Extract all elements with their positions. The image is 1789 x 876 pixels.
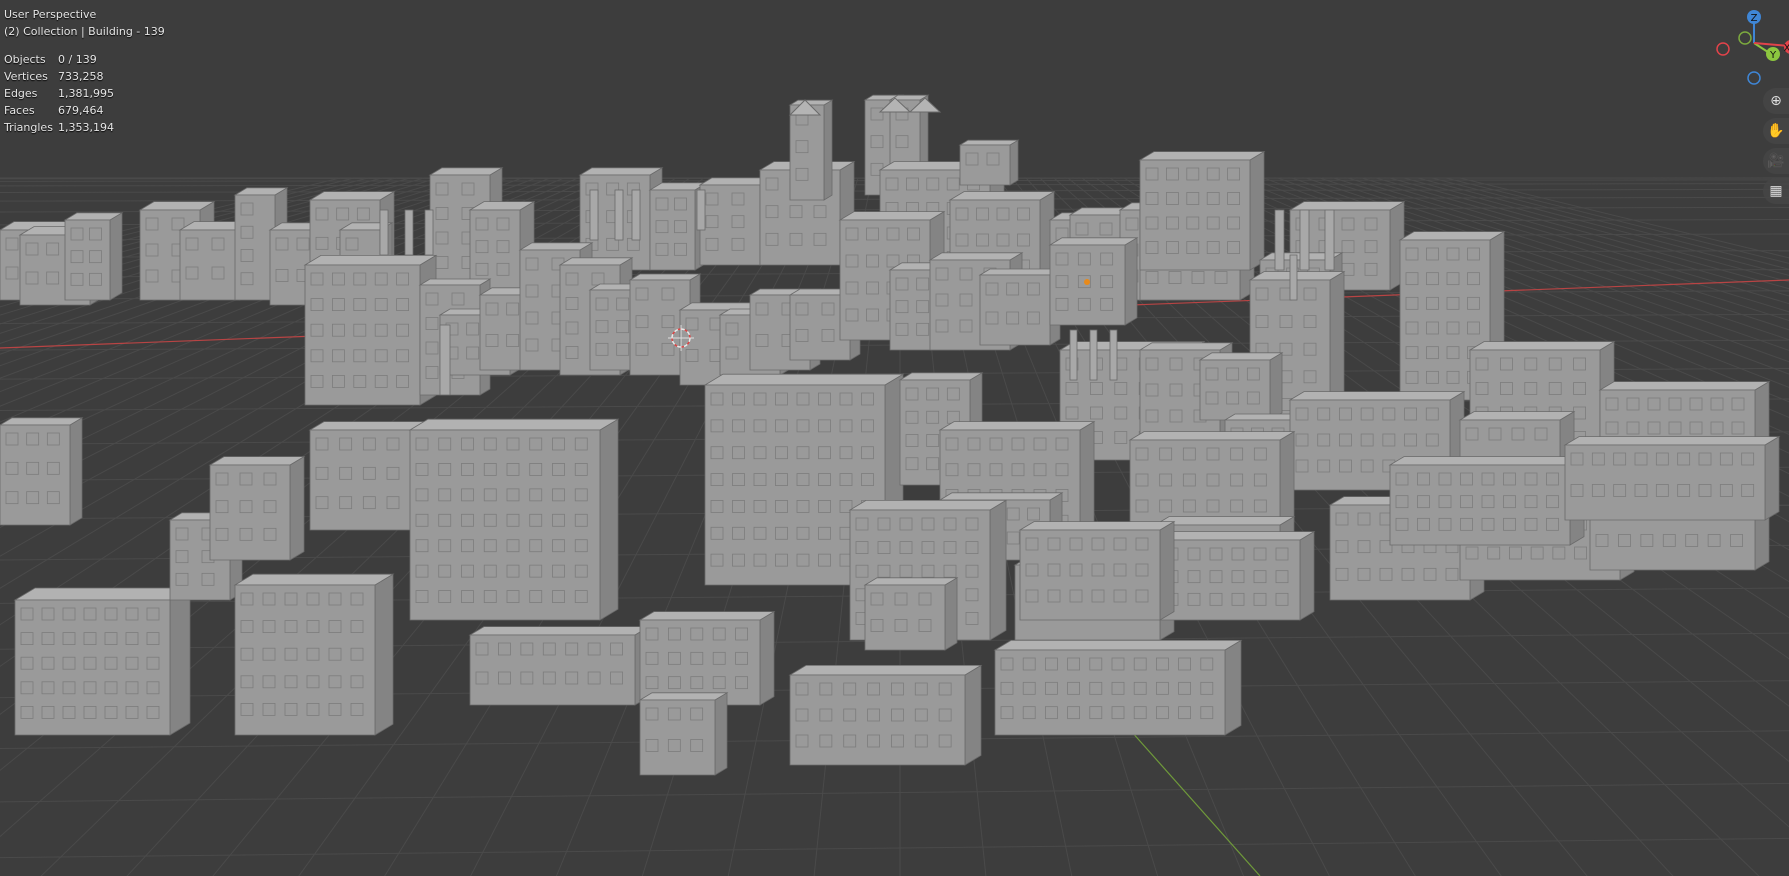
- grid-projection-icon[interactable]: ▦: [1763, 178, 1789, 204]
- navigation-gizmo[interactable]: Z Y X: [1709, 6, 1789, 88]
- city-scene[interactable]: [0, 0, 1789, 876]
- chimney: [696, 189, 706, 231]
- chimney: [379, 209, 389, 256]
- gizmo-neg-x-axis[interactable]: [1716, 42, 1730, 56]
- building[interactable]: [1388, 455, 1586, 546]
- building[interactable]: [233, 573, 395, 736]
- building[interactable]: [638, 610, 776, 706]
- building[interactable]: [1158, 530, 1316, 621]
- navigation-tools: ⊕ ✋ 🎥 ▦: [1763, 88, 1789, 208]
- gizmo-y-axis[interactable]: Y: [1766, 47, 1780, 61]
- zoom-icon[interactable]: ⊕: [1763, 88, 1789, 114]
- stat-triangles: Triangles 1,353,194: [4, 121, 114, 134]
- chimney: [589, 189, 599, 241]
- collection-label: (2) Collection | Building - 139: [4, 25, 165, 38]
- chimney: [614, 189, 624, 241]
- 3d-viewport[interactable]: User Perspective (2) Collection | Buildi…: [0, 0, 1789, 876]
- view-name: User Perspective: [4, 8, 97, 21]
- building[interactable]: [303, 254, 438, 406]
- gizmo-x-axis[interactable]: X: [1784, 40, 1789, 54]
- chimney: [1069, 329, 1078, 381]
- chimney: [404, 209, 414, 256]
- chimney: [424, 209, 434, 256]
- building[interactable]: [788, 664, 983, 766]
- building[interactable]: [993, 639, 1243, 736]
- viewport-text-overlay: User Perspective (2) Collection | Buildi…: [4, 6, 165, 136]
- building[interactable]: [13, 587, 192, 736]
- stat-faces: Faces 679,464: [4, 104, 104, 117]
- building[interactable]: [1138, 150, 1266, 271]
- building[interactable]: [1128, 430, 1296, 531]
- buildings-group: [0, 94, 1781, 776]
- building[interactable]: [0, 417, 84, 526]
- stat-edges: Edges 1,381,995: [4, 87, 114, 100]
- chimney: [439, 324, 451, 396]
- gizmo-neg-z-axis[interactable]: [1747, 71, 1761, 85]
- building[interactable]: [1018, 520, 1176, 621]
- svg-text:Y: Y: [1769, 50, 1777, 61]
- pan-hand-icon[interactable]: ✋: [1763, 118, 1789, 144]
- building[interactable]: [978, 268, 1062, 346]
- chimney: [1274, 209, 1285, 271]
- chimney: [1299, 209, 1310, 271]
- building[interactable]: [1048, 237, 1139, 326]
- stat-vertices: Vertices 733,258: [4, 70, 104, 83]
- building[interactable]: [1198, 352, 1284, 421]
- chimney: [1324, 209, 1335, 271]
- gizmo-neg-y-axis[interactable]: [1738, 31, 1752, 45]
- building[interactable]: [468, 625, 651, 706]
- chimney: [1109, 329, 1118, 381]
- chimney: [1289, 254, 1298, 301]
- svg-text:Z: Z: [1751, 13, 1758, 24]
- chimney: [631, 189, 641, 241]
- building[interactable]: [958, 139, 1020, 186]
- building[interactable]: [63, 212, 124, 301]
- camera-icon[interactable]: 🎥: [1763, 148, 1789, 174]
- building[interactable]: [408, 418, 620, 621]
- chimney: [1089, 329, 1098, 381]
- stat-objects: Objects 0 / 139: [4, 53, 97, 66]
- svg-text:X: X: [1784, 43, 1789, 54]
- gizmo-z-axis[interactable]: Z: [1747, 10, 1761, 24]
- origin-point[interactable]: [1084, 279, 1090, 285]
- scene-statistics: Objects 0 / 139 Vertices 733,258 Edges 1,38…: [4, 51, 165, 136]
- building[interactable]: [1563, 435, 1781, 521]
- building[interactable]: [638, 692, 729, 776]
- building[interactable]: [208, 455, 306, 561]
- building[interactable]: [863, 577, 959, 651]
